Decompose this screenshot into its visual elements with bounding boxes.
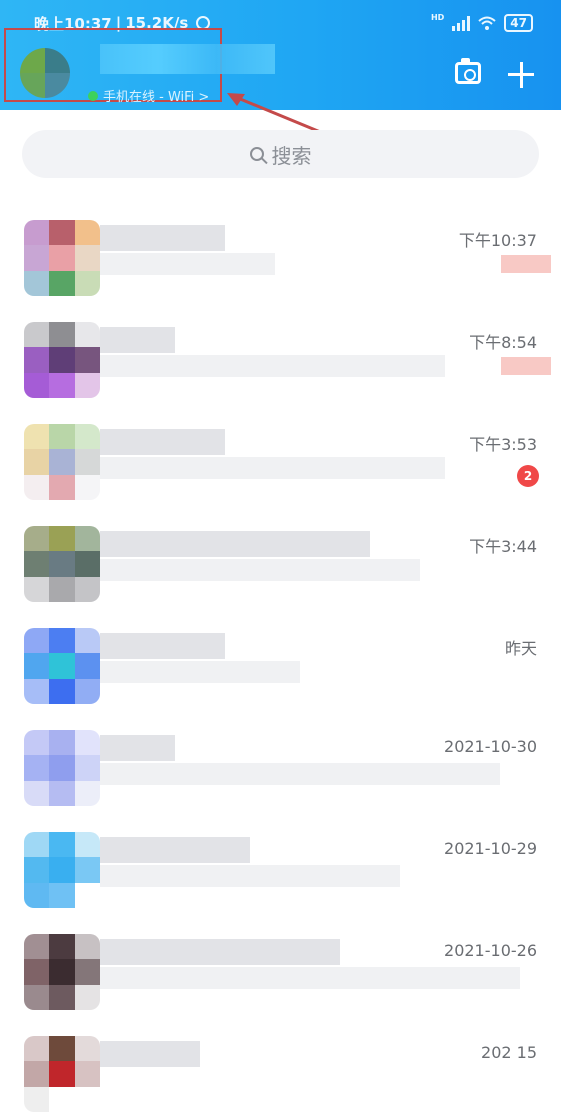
search-placeholder: 搜索 bbox=[271, 143, 312, 168]
list-item[interactable]: 下午8:54 bbox=[0, 297, 561, 399]
search-bar[interactable]: 搜索 bbox=[22, 130, 539, 178]
message-time: 2021-10-30 bbox=[444, 737, 537, 756]
message-preview-blurred bbox=[100, 559, 420, 581]
signal-icon bbox=[452, 15, 471, 31]
message-preview-blurred bbox=[100, 253, 275, 275]
camera-icon[interactable] bbox=[455, 58, 481, 84]
avatar bbox=[24, 832, 100, 908]
message-preview-blurred bbox=[100, 763, 500, 785]
message-time: 下午10:37 bbox=[458, 231, 537, 250]
message-time: 昨天 bbox=[504, 639, 537, 658]
online-status-text: 手机在线 - WiFi > bbox=[103, 90, 210, 105]
list-item[interactable]: 下午3:44 bbox=[0, 501, 561, 603]
message-preview-blurred bbox=[100, 967, 520, 989]
battery-icon: 47 bbox=[504, 14, 533, 32]
wifi-icon bbox=[478, 16, 496, 30]
message-time: 2021-10-29 bbox=[444, 839, 537, 858]
list-item[interactable]: 下午3:53 2 bbox=[0, 399, 561, 501]
message-time: 2021-10-26 bbox=[444, 941, 537, 960]
list-item[interactable]: 2021-10-29 bbox=[0, 807, 561, 909]
plus-icon[interactable] bbox=[508, 62, 534, 88]
contact-name-blurred bbox=[100, 429, 225, 455]
unread-marker-blurred bbox=[501, 255, 551, 273]
message-preview-blurred bbox=[100, 661, 300, 683]
list-item[interactable]: 昨天 bbox=[0, 603, 561, 705]
message-preview-blurred bbox=[100, 457, 445, 479]
list-item[interactable]: 2021-10-30 bbox=[0, 705, 561, 807]
unread-badge: 2 bbox=[517, 465, 539, 487]
contact-name-blurred bbox=[100, 531, 370, 557]
contact-name-blurred bbox=[100, 735, 175, 761]
unread-marker-blurred bbox=[501, 357, 551, 375]
message-time: 下午8:54 bbox=[469, 333, 537, 352]
search-icon bbox=[249, 147, 264, 161]
list-item[interactable]: 2021-10-26 bbox=[0, 909, 561, 1011]
avatar bbox=[24, 628, 100, 704]
avatar bbox=[24, 1036, 100, 1112]
avatar bbox=[24, 424, 100, 500]
contact-name-blurred bbox=[100, 327, 175, 353]
avatar[interactable] bbox=[20, 48, 70, 98]
avatar bbox=[24, 934, 100, 1010]
contact-name-blurred bbox=[100, 633, 225, 659]
conversation-list: 下午10:37 下午8:54 下午3:53 2 下午3:44 昨天 2021-1… bbox=[0, 195, 561, 1113]
contact-name-blurred bbox=[100, 1041, 200, 1067]
list-item[interactable]: 202 15 bbox=[0, 1011, 561, 1113]
online-status[interactable]: 手机在线 - WiFi > bbox=[88, 86, 209, 105]
avatar bbox=[24, 526, 100, 602]
message-time: 下午3:44 bbox=[469, 537, 537, 556]
list-item[interactable]: 下午10:37 bbox=[0, 195, 561, 297]
contact-name-blurred bbox=[100, 939, 340, 965]
avatar bbox=[24, 730, 100, 806]
contact-name-blurred bbox=[100, 837, 250, 863]
contact-name-blurred bbox=[100, 225, 225, 251]
online-dot-icon bbox=[88, 90, 98, 101]
message-time: 202 15 bbox=[481, 1043, 537, 1062]
message-time: 下午3:53 bbox=[469, 435, 537, 454]
message-preview-blurred bbox=[100, 865, 400, 887]
nickname-blurred bbox=[100, 44, 275, 74]
avatar bbox=[24, 220, 100, 296]
avatar bbox=[24, 322, 100, 398]
message-preview-blurred bbox=[100, 355, 445, 377]
hd-indicator: HD bbox=[430, 12, 445, 22]
